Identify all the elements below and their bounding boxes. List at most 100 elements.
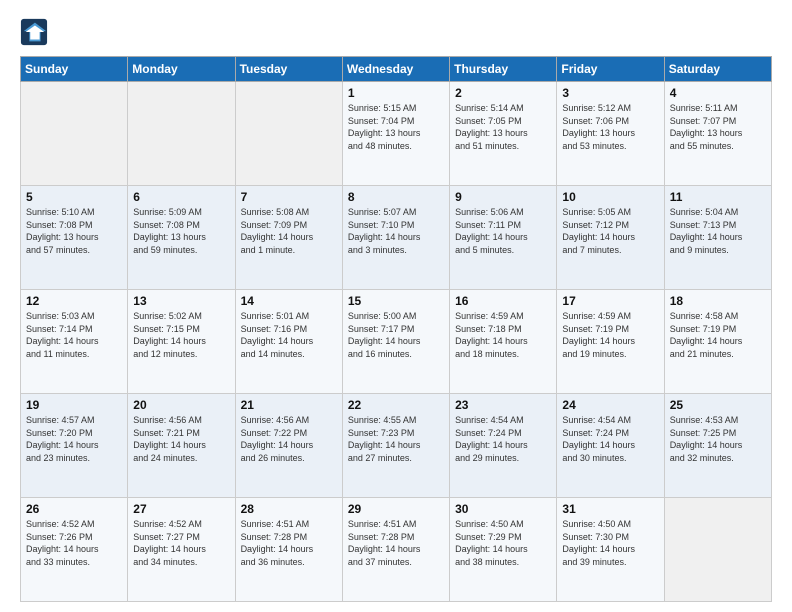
day-info: Sunrise: 4:56 AM Sunset: 7:21 PM Dayligh… [133,414,229,464]
calendar-cell [664,498,771,602]
day-info: Sunrise: 5:04 AM Sunset: 7:13 PM Dayligh… [670,206,766,256]
calendar-cell: 22Sunrise: 4:55 AM Sunset: 7:23 PM Dayli… [342,394,449,498]
day-number: 31 [562,502,658,516]
calendar-cell: 7 Sunrise: 5:08 AM Sunset: 7:09 PM Daylig… [235,186,342,290]
day-info: Sunrise: 5:10 AM Sunset: 7:08 PM Dayligh… [26,206,122,256]
day-number: 2 [455,86,551,100]
day-info: Sunrise: 5:15 AM Sunset: 7:04 PM Dayligh… [348,102,444,152]
calendar-cell: 3Sunrise: 5:12 AM Sunset: 7:06 PM Daylig… [557,82,664,186]
day-number: 1 [348,86,444,100]
calendar-cell: 1 Sunrise: 5:15 AM Sunset: 7:04 PM Daylig… [342,82,449,186]
day-info: Sunrise: 4:52 AM Sunset: 7:26 PM Dayligh… [26,518,122,568]
day-number: 14 [241,294,337,308]
day-number: 22 [348,398,444,412]
calendar-cell: 29 Sunrise: 4:51 AM Sunset: 7:28 PM Dayli… [342,498,449,602]
day-info: Sunrise: 4:53 AM Sunset: 7:25 PM Dayligh… [670,414,766,464]
day-info: Sunrise: 5:03 AM Sunset: 7:14 PM Dayligh… [26,310,122,360]
day-number: 17 [562,294,658,308]
day-number: 5 [26,190,122,204]
calendar-cell: 20 Sunrise: 4:56 AM Sunset: 7:21 PM Dayli… [128,394,235,498]
day-number: 26 [26,502,122,516]
calendar-cell: 9 Sunrise: 5:06 AM Sunset: 7:11 PM Daylig… [450,186,557,290]
day-number: 13 [133,294,229,308]
calendar-cell: 10 Sunrise: 5:05 AM Sunset: 7:12 PM Dayli… [557,186,664,290]
weekday-header-saturday: Saturday [664,57,771,82]
weekday-header-monday: Monday [128,57,235,82]
calendar-cell: 23 Sunrise: 4:54 AM Sunset: 7:24 PM Dayli… [450,394,557,498]
day-number: 9 [455,190,551,204]
calendar-cell: 5 Sunrise: 5:10 AM Sunset: 7:08 PM Daylig… [21,186,128,290]
day-number: 28 [241,502,337,516]
calendar-cell: 31 Sunrise: 4:50 AM Sunset: 7:30 PM Dayli… [557,498,664,602]
calendar-cell [128,82,235,186]
day-number: 8 [348,190,444,204]
day-info: Sunrise: 5:08 AM Sunset: 7:09 PM Dayligh… [241,206,337,256]
calendar-cell: 16 Sunrise: 4:59 AM Sunset: 7:18 PM Dayli… [450,290,557,394]
day-number: 27 [133,502,229,516]
page-header [20,18,772,46]
day-info: Sunrise: 5:01 AM Sunset: 7:16 PM Dayligh… [241,310,337,360]
logo-icon [20,18,48,46]
calendar-cell: 17 Sunrise: 4:59 AM Sunset: 7:19 PM Dayli… [557,290,664,394]
day-number: 12 [26,294,122,308]
day-info: Sunrise: 5:07 AM Sunset: 7:10 PM Dayligh… [348,206,444,256]
day-info: Sunrise: 4:50 AM Sunset: 7:30 PM Dayligh… [562,518,658,568]
calendar-cell: 24 Sunrise: 4:54 AM Sunset: 7:24 PM Dayli… [557,394,664,498]
day-info: Sunrise: 5:06 AM Sunset: 7:11 PM Dayligh… [455,206,551,256]
day-info: Sunrise: 5:09 AM Sunset: 7:08 PM Dayligh… [133,206,229,256]
calendar-cell: 11 Sunrise: 5:04 AM Sunset: 7:13 PM Dayli… [664,186,771,290]
weekday-header-sunday: Sunday [21,57,128,82]
day-info: Sunrise: 4:54 AM Sunset: 7:24 PM Dayligh… [455,414,551,464]
day-number: 21 [241,398,337,412]
calendar-cell: 12 Sunrise: 5:03 AM Sunset: 7:14 PM Dayli… [21,290,128,394]
weekday-header-thursday: Thursday [450,57,557,82]
calendar-cell: 19 Sunrise: 4:57 AM Sunset: 7:20 PM Dayli… [21,394,128,498]
day-number: 19 [26,398,122,412]
logo [20,18,52,46]
day-number: 4 [670,86,766,100]
calendar-cell: 26 Sunrise: 4:52 AM Sunset: 7:26 PM Dayli… [21,498,128,602]
calendar-cell: 28 Sunrise: 4:51 AM Sunset: 7:28 PM Dayli… [235,498,342,602]
day-info: Sunrise: 5:05 AM Sunset: 7:12 PM Dayligh… [562,206,658,256]
day-number: 18 [670,294,766,308]
day-number: 15 [348,294,444,308]
day-info: Sunrise: 4:57 AM Sunset: 7:20 PM Dayligh… [26,414,122,464]
calendar-cell [21,82,128,186]
weekday-header-tuesday: Tuesday [235,57,342,82]
calendar-cell: 25 Sunrise: 4:53 AM Sunset: 7:25 PM Dayli… [664,394,771,498]
day-number: 23 [455,398,551,412]
day-info: Sunrise: 5:02 AM Sunset: 7:15 PM Dayligh… [133,310,229,360]
calendar-cell: 4 Sunrise: 5:11 AM Sunset: 7:07 PM Daylig… [664,82,771,186]
day-info: Sunrise: 4:59 AM Sunset: 7:18 PM Dayligh… [455,310,551,360]
day-info: Sunrise: 5:11 AM Sunset: 7:07 PM Dayligh… [670,102,766,152]
day-number: 3 [562,86,658,100]
day-info: Sunrise: 4:51 AM Sunset: 7:28 PM Dayligh… [241,518,337,568]
calendar-table: SundayMondayTuesdayWednesdayThursdayFrid… [20,56,772,602]
day-number: 16 [455,294,551,308]
day-number: 24 [562,398,658,412]
day-number: 11 [670,190,766,204]
day-number: 20 [133,398,229,412]
calendar-cell: 18 Sunrise: 4:58 AM Sunset: 7:19 PM Dayli… [664,290,771,394]
day-info: Sunrise: 4:54 AM Sunset: 7:24 PM Dayligh… [562,414,658,464]
day-info: Sunrise: 4:51 AM Sunset: 7:28 PM Dayligh… [348,518,444,568]
day-number: 6 [133,190,229,204]
calendar-cell: 14 Sunrise: 5:01 AM Sunset: 7:16 PM Dayli… [235,290,342,394]
day-number: 25 [670,398,766,412]
day-number: 29 [348,502,444,516]
day-number: 10 [562,190,658,204]
calendar-cell: 27 Sunrise: 4:52 AM Sunset: 7:27 PM Dayli… [128,498,235,602]
calendar-cell: 21 Sunrise: 4:56 AM Sunset: 7:22 PM Dayli… [235,394,342,498]
calendar-cell: 30Sunrise: 4:50 AM Sunset: 7:29 PM Dayli… [450,498,557,602]
calendar-cell [235,82,342,186]
day-info: Sunrise: 4:52 AM Sunset: 7:27 PM Dayligh… [133,518,229,568]
calendar-cell: 6 Sunrise: 5:09 AM Sunset: 7:08 PM Daylig… [128,186,235,290]
day-info: Sunrise: 4:58 AM Sunset: 7:19 PM Dayligh… [670,310,766,360]
day-info: Sunrise: 4:50 AM Sunset: 7:29 PM Dayligh… [455,518,551,568]
calendar-cell: 13 Sunrise: 5:02 AM Sunset: 7:15 PM Dayli… [128,290,235,394]
day-info: Sunrise: 4:56 AM Sunset: 7:22 PM Dayligh… [241,414,337,464]
day-info: Sunrise: 4:59 AM Sunset: 7:19 PM Dayligh… [562,310,658,360]
calendar-cell: 2Sunrise: 5:14 AM Sunset: 7:05 PM Daylig… [450,82,557,186]
calendar-cell: 15Sunrise: 5:00 AM Sunset: 7:17 PM Dayli… [342,290,449,394]
day-number: 7 [241,190,337,204]
